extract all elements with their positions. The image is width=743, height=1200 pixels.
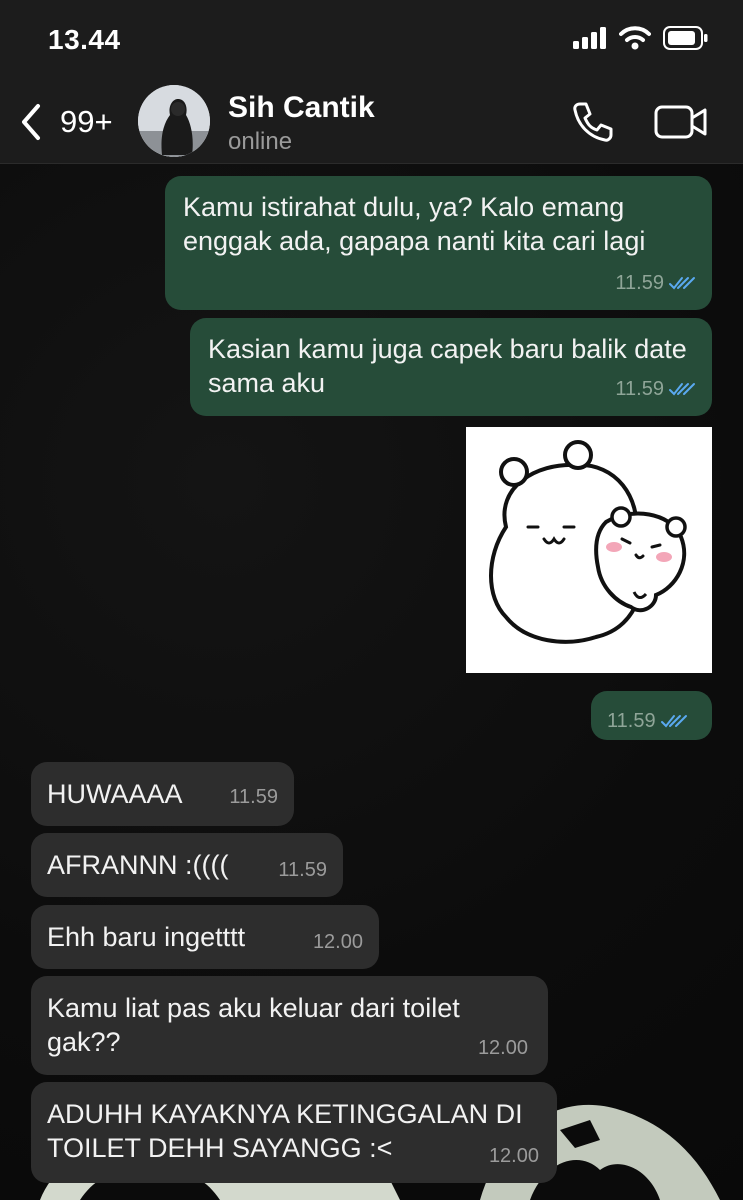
signal-icon bbox=[573, 27, 606, 49]
message-time: 12.00 bbox=[312, 931, 363, 953]
message-meta: 11.59 bbox=[615, 372, 696, 406]
message-bubble-incoming[interactable]: HUWAAAA 11.59 bbox=[31, 762, 294, 826]
message-time: 11.59 bbox=[615, 378, 664, 400]
sticker-time-bubble: 11.59 bbox=[591, 691, 712, 740]
bear-sticker-image bbox=[489, 440, 687, 644]
status-time: 13.44 bbox=[48, 24, 121, 55]
message-text: Kamu liat pas aku keluar dari toilet gak… bbox=[47, 993, 460, 1057]
battery-icon bbox=[663, 26, 708, 50]
chat-screen: 13.44 99+ Sih Cantik online Kamu istirah… bbox=[0, 0, 743, 1200]
double-check-icon bbox=[660, 715, 687, 728]
message-time: 11.59 bbox=[278, 859, 327, 881]
message-bubble-outgoing[interactable]: Kamu istirahat dulu, ya? Kalo emang engg… bbox=[165, 176, 712, 310]
message-time: 11.59 bbox=[607, 710, 656, 732]
status-bar: 13.44 bbox=[0, 0, 743, 82]
message-text: ADUHH KAYAKNYA KETINGGALAN DI TOILET DEH… bbox=[47, 1099, 523, 1163]
unread-count[interactable]: 99+ bbox=[60, 104, 113, 140]
back-chevron-icon[interactable] bbox=[18, 102, 44, 142]
contact-status: online bbox=[228, 128, 293, 155]
wifi-icon bbox=[619, 26, 651, 50]
contact-name[interactable]: Sih Cantik bbox=[228, 91, 375, 125]
message-meta: 11.59 bbox=[607, 704, 688, 738]
message-bubble-incoming[interactable]: AFRANNN :(((( 11.59 bbox=[31, 833, 343, 897]
sticker-hugging-bears[interactable] bbox=[466, 427, 712, 673]
message-time: 12.00 bbox=[488, 1145, 539, 1167]
avatar[interactable] bbox=[138, 85, 210, 157]
message-text: AFRANNN :(((( bbox=[47, 850, 229, 880]
message-bubble-incoming[interactable]: Kamu liat pas aku keluar dari toilet gak… bbox=[31, 976, 548, 1075]
chat-header: 99+ Sih Cantik online bbox=[0, 82, 743, 164]
message-text: Ehh baru ingetttt bbox=[47, 922, 246, 952]
message-meta: 11.59 bbox=[615, 266, 696, 300]
message-time: 12.00 bbox=[477, 1037, 528, 1059]
avatar-photo bbox=[138, 85, 210, 157]
phone-icon[interactable] bbox=[570, 100, 614, 144]
double-check-icon bbox=[669, 383, 695, 396]
double-check-icon bbox=[669, 277, 695, 290]
message-text: Kamu istirahat dulu, ya? Kalo emang engg… bbox=[183, 192, 646, 256]
message-text: HUWAAAA bbox=[47, 779, 183, 809]
message-time: 11.59 bbox=[615, 272, 664, 294]
message-bubble-incoming[interactable]: ADUHH KAYAKNYA KETINGGALAN DI TOILET DEH… bbox=[31, 1082, 557, 1183]
message-bubble-outgoing[interactable]: Kasian kamu juga capek baru balik date s… bbox=[190, 318, 712, 416]
video-call-icon[interactable] bbox=[654, 102, 708, 142]
message-time: 11.59 bbox=[229, 786, 278, 808]
message-bubble-incoming[interactable]: Ehh baru ingetttt 12.00 bbox=[31, 905, 379, 969]
status-icons bbox=[573, 26, 709, 50]
